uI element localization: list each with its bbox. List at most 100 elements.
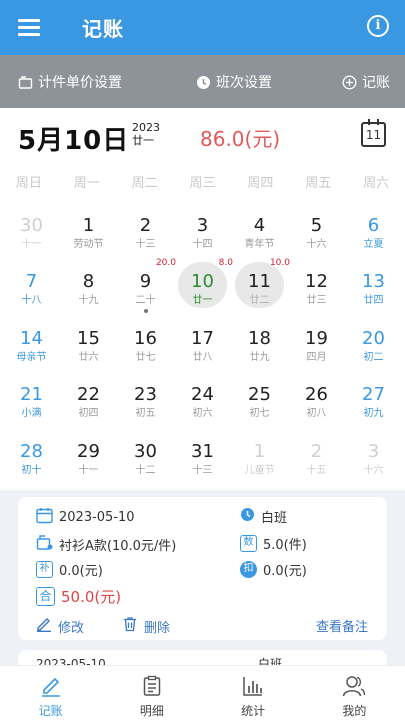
calendar-day[interactable]: 3 十四 bbox=[174, 214, 231, 264]
calendar-day[interactable]: 14 母亲节 bbox=[3, 327, 60, 377]
calendar-day-lunar: 廿二 bbox=[249, 295, 270, 306]
quantity-icon: 数 bbox=[240, 535, 257, 552]
calendar-day-number: 1 bbox=[253, 441, 266, 462]
record-deduction: 0.0(元) bbox=[263, 564, 307, 579]
calendar-today-icon[interactable]: 11 bbox=[361, 119, 386, 147]
calendar-day[interactable]: 4 青年节 bbox=[231, 214, 288, 264]
calendar-day[interactable]: 26 初八 bbox=[288, 383, 345, 433]
calendar-day-lunar: 廿一 bbox=[192, 295, 213, 306]
calendar-day[interactable]: 31 十三 bbox=[174, 440, 231, 490]
calendar-day[interactable]: 30 十一 bbox=[3, 214, 60, 264]
calendar-day-lunar: 十三 bbox=[135, 239, 156, 250]
calendar-day-number: 2 bbox=[139, 215, 152, 236]
unit-price-settings-label: 计件单价设置 bbox=[38, 75, 122, 91]
bonus-icon: 补 bbox=[36, 561, 53, 578]
record-quantity-row: 数 5.0(件) bbox=[240, 534, 307, 553]
calendar-day[interactable]: 22 初四 bbox=[60, 383, 117, 433]
weekday-label: 周二 bbox=[131, 176, 158, 191]
calendar-day-lunar: 十六 bbox=[363, 465, 384, 476]
calendar-day[interactable]: 24 初六 bbox=[174, 383, 231, 433]
calendar-day[interactable]: 27 初九 bbox=[345, 383, 402, 433]
calendar-day[interactable]: 8.0 10 廿一 bbox=[174, 258, 233, 320]
record-total-row: 合 50.0(元) bbox=[36, 586, 121, 607]
calendar-day-number: 21 bbox=[20, 384, 43, 405]
calendar-day-lunar: 初十 bbox=[21, 465, 42, 476]
calendar-day[interactable]: 1 儿童节 bbox=[231, 440, 288, 490]
calendar-day[interactable]: 5 十六 bbox=[288, 214, 345, 264]
calendar-day-number: 10 bbox=[191, 271, 214, 292]
delete-label: 删除 bbox=[144, 620, 171, 636]
record-shift-row: 白班 bbox=[240, 507, 287, 526]
calendar-day-number: 31 bbox=[191, 441, 214, 462]
shift-settings-label: 班次设置 bbox=[216, 75, 272, 91]
calendar-day[interactable]: 2 十五 bbox=[288, 440, 345, 490]
calendar-day[interactable]: 3 十六 bbox=[345, 440, 402, 490]
record-date-row: 2023-05-10 bbox=[36, 507, 135, 528]
clock-icon bbox=[196, 75, 211, 90]
price-tag-icon bbox=[18, 75, 33, 90]
calendar-day[interactable]: 8 十九 bbox=[60, 270, 117, 320]
year-lunar: 2023 廿一 bbox=[132, 121, 160, 147]
calendar-day[interactable]: 20 初二 bbox=[345, 327, 402, 377]
calendar-day-number: 19 bbox=[305, 328, 328, 349]
delete-button[interactable]: 删除 bbox=[122, 616, 170, 636]
calendar-day-lunar: 廿六 bbox=[78, 352, 99, 363]
nav-tab-details[interactable]: 明细 bbox=[101, 666, 202, 720]
day-amount-badge: 8.0 bbox=[218, 258, 233, 268]
calendar-day[interactable]: 10.0 11 廿二 bbox=[231, 258, 290, 320]
calendar-day-number: 5 bbox=[310, 215, 323, 236]
weekday-label: 周六 bbox=[363, 176, 390, 191]
calendar-day-number: 30 bbox=[134, 441, 157, 462]
calendar-day-number: 26 bbox=[305, 384, 328, 405]
record-quantity: 5.0(件) bbox=[263, 538, 307, 553]
calendar-day[interactable]: 21 小满 bbox=[3, 383, 60, 433]
record-date: 2023-05-10 bbox=[59, 510, 135, 525]
shift-settings-button[interactable]: 班次设置 bbox=[196, 72, 272, 92]
calendar-day[interactable]: 19 四月 bbox=[288, 327, 345, 377]
calendar-day-number: 13 bbox=[362, 271, 385, 292]
calendar-day[interactable]: 17 廿八 bbox=[174, 327, 231, 377]
nav-tab-profile[interactable]: 我的 bbox=[304, 666, 405, 720]
nav-tab-bookkeeping[interactable]: 记账 bbox=[0, 666, 101, 720]
calendar-day-lunar: 母亲节 bbox=[16, 352, 47, 363]
view-note-button[interactable]: 查看备注 bbox=[316, 616, 368, 635]
calendar-day-lunar: 四月 bbox=[306, 352, 327, 363]
day-amount: 86.0(元) bbox=[200, 127, 281, 151]
day-amount-badge: 10.0 bbox=[269, 258, 290, 268]
calendar-day-number: 2 bbox=[310, 441, 323, 462]
calendar-day-lunar: 初七 bbox=[249, 408, 270, 419]
deduction-icon: 扣 bbox=[240, 561, 257, 578]
calendar-day[interactable]: 7 十八 bbox=[3, 270, 60, 320]
calendar-day[interactable]: 12 廿三 bbox=[288, 270, 345, 320]
calendar-day[interactable]: 13 廿四 bbox=[345, 270, 402, 320]
calendar-day[interactable]: 6 立夏 bbox=[345, 214, 402, 264]
calendar-day[interactable]: 29 十一 bbox=[60, 440, 117, 490]
weekday-label: 周四 bbox=[247, 176, 274, 191]
menu-icon[interactable] bbox=[18, 17, 44, 37]
calendar-day[interactable]: 15 廿六 bbox=[60, 327, 117, 377]
calendar-day-lunar: 十九 bbox=[78, 295, 99, 306]
calendar-day[interactable]: 28 初十 bbox=[3, 440, 60, 490]
calendar-day-lunar: 十三 bbox=[192, 465, 213, 476]
nav-tab-statistics[interactable]: 统计 bbox=[203, 666, 304, 720]
clock-icon bbox=[240, 507, 255, 526]
edit-button[interactable]: 修改 bbox=[36, 616, 84, 636]
calendar-day[interactable]: 20.0 9 二十 bbox=[117, 258, 176, 320]
page-title: 记账 bbox=[82, 17, 124, 41]
weekday-label: 周日 bbox=[15, 176, 42, 191]
calendar-day-lunar: 初二 bbox=[363, 352, 384, 363]
calendar-day[interactable]: 2 十三 bbox=[117, 214, 174, 264]
calendar-day[interactable]: 16 廿七 bbox=[117, 327, 174, 377]
info-icon[interactable]: i bbox=[367, 15, 389, 37]
record-card: 2023-05-10 白班 衬衫A款(10.0元/件) 数 5.0(件) 补 0… bbox=[18, 497, 387, 640]
calendar-day[interactable]: 30 十二 bbox=[117, 440, 174, 490]
unit-price-settings-button[interactable]: 计件单价设置 bbox=[18, 72, 122, 92]
calendar-day[interactable]: 25 初七 bbox=[231, 383, 288, 433]
calendar-day[interactable]: 1 劳动节 bbox=[60, 214, 117, 264]
add-record-button[interactable]: 记账 bbox=[342, 72, 390, 92]
calendar-day-number: 15 bbox=[77, 328, 100, 349]
calendar-day[interactable]: 18 廿九 bbox=[231, 327, 288, 377]
calendar-day-number: 17 bbox=[191, 328, 214, 349]
user-icon bbox=[304, 674, 405, 698]
calendar-day[interactable]: 23 初五 bbox=[117, 383, 174, 433]
